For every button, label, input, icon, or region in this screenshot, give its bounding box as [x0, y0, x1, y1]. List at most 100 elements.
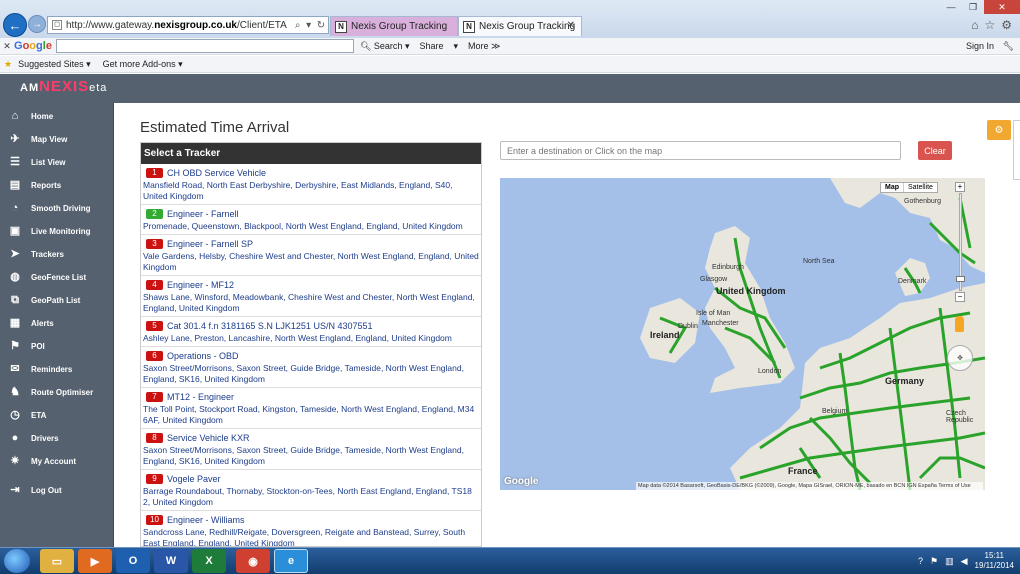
tracker-row[interactable]: 2 Engineer - Farnell Promenade, Queenstown…	[141, 205, 481, 235]
address-url[interactable]: http://www.gateway.nexisgroup.co.uk/Clie…	[66, 20, 292, 31]
nexis-logo[interactable]: AMNEXISeta	[20, 78, 107, 95]
tracker-name[interactable]: Service Vehicle KXR	[167, 433, 250, 443]
browser-tab-2[interactable]: N Nexis Group Tracking ✕	[458, 16, 582, 36]
sidebar-item-trackers[interactable]: ➤ Trackers	[0, 243, 114, 265]
share-button[interactable]: Share	[419, 41, 443, 51]
logo-nexis: NEXIS	[39, 78, 90, 95]
google-search-input[interactable]	[55, 39, 354, 53]
sidebar-item-geofence-list[interactable]: ◍ GeoFence List	[0, 266, 114, 288]
more-button[interactable]: More ≫	[468, 41, 500, 52]
ie-app[interactable]: e	[274, 549, 308, 573]
forward-button[interactable]: →	[28, 15, 46, 33]
excel-app[interactable]: X	[192, 549, 226, 573]
start-button[interactable]	[4, 549, 30, 573]
tracker-row[interactable]: 5 Cat 301.4 f.n 3181165 S.N LJK1251 US/N …	[141, 317, 481, 347]
close-toolbar-icon[interactable]: ✕	[0, 41, 14, 52]
suggested-sites-link[interactable]: Suggested Sites ▾	[18, 59, 91, 70]
map-view[interactable]: North Sea United Kingdom Ireland Germany…	[500, 178, 985, 490]
search-button[interactable]: 🔍︎ Search ▾	[360, 41, 410, 52]
tracker-name[interactable]: Engineer - Williams	[167, 515, 245, 525]
translate-button[interactable]: ▾	[454, 41, 459, 52]
sidebar-item-geopath-list[interactable]: ⧉ GeoPath List	[0, 289, 114, 311]
tracker-row[interactable]: 7 MT12 - Engineer The Toll Point, Stockpor…	[141, 388, 481, 429]
map-label-czech-republic: Czech Republic	[946, 410, 974, 424]
close-tab-icon[interactable]: ✕	[567, 20, 575, 31]
tracker-name[interactable]: MT12 - Engineer	[167, 392, 234, 402]
tracker-name[interactable]: CH OBD Service Vehicle	[167, 168, 266, 178]
nexis-favicon-icon: N	[463, 20, 475, 33]
sidebar-item-list-view[interactable]: ☰ List View	[0, 151, 114, 173]
sidebar-item-eta[interactable]: ◷ ETA	[0, 404, 114, 426]
close-window-icon[interactable]: ✕	[984, 0, 1020, 14]
pan-control[interactable]: ✥	[947, 345, 973, 371]
map-attribution[interactable]: Map data ©2014 Basarsoft, GeoBasis-DE/BK…	[636, 482, 983, 490]
wrench-icon[interactable]: 🔧︎	[1003, 41, 1014, 52]
maximize-icon[interactable]: ❐	[962, 0, 984, 14]
sidebar-item-log-out[interactable]: ⇥ Log Out	[0, 479, 114, 501]
back-button[interactable]: ←	[3, 13, 27, 37]
tracker-name[interactable]: Vogele Paver	[167, 474, 221, 484]
zoom-out-button[interactable]: −	[955, 292, 965, 302]
sidebar-item-home[interactable]: ⌂ Home	[0, 105, 114, 127]
zoom-slider[interactable]	[955, 193, 965, 291]
sidebar-item-poi[interactable]: ⚑ POI	[0, 335, 114, 357]
zoom-in-button[interactable]: +	[955, 182, 965, 192]
browser-tab-1[interactable]: N Nexis Group Tracking	[330, 16, 458, 36]
refresh-icon[interactable]: ↻	[317, 20, 325, 31]
street-view-pegman-icon[interactable]	[955, 316, 964, 332]
destination-input[interactable]	[500, 141, 901, 160]
sidebar-item-drivers[interactable]: ● Drivers	[0, 427, 114, 449]
settings-toggle-button[interactable]: ⚙	[987, 120, 1011, 140]
volume-icon[interactable]: ◀	[961, 556, 968, 567]
dropdown-icon[interactable]: ▾	[306, 20, 311, 31]
map-type-map-button[interactable]: Map	[881, 183, 904, 192]
tracker-name[interactable]: Engineer - Farnell SP	[167, 239, 253, 249]
clear-button[interactable]: Clear	[918, 141, 952, 160]
help-icon[interactable]: ?	[918, 556, 923, 566]
sidebar-item-label: ETA	[31, 410, 47, 420]
sidebar-item-route-optimiser[interactable]: ♞ Route Optimiser	[0, 381, 114, 403]
address-bar[interactable]: ◻ http://www.gateway.nexisgroup.co.uk/Cl…	[47, 16, 329, 34]
tracker-name[interactable]: Engineer - Farnell	[167, 209, 239, 219]
tracker-number-badge: 9	[146, 474, 163, 484]
tracker-row[interactable]: 9 Vogele Paver Barrage Roundabout, Thornab…	[141, 470, 481, 511]
flag-icon[interactable]: ⚑	[930, 556, 938, 567]
sidebar-item-alerts[interactable]: ▦ Alerts	[0, 312, 114, 334]
get-addons-link[interactable]: Get more Add-ons ▾	[103, 59, 183, 70]
minimize-icon[interactable]: —	[940, 0, 962, 14]
chrome-app[interactable]: ◉	[236, 549, 270, 573]
home-icon[interactable]: ⌂	[971, 18, 978, 32]
side-panel-handle[interactable]	[1013, 120, 1020, 180]
tracker-name[interactable]: Engineer - MF12	[167, 280, 234, 290]
settings-gear-icon[interactable]: ⚙	[1001, 18, 1012, 32]
zoom-slider-thumb[interactable]	[955, 276, 965, 282]
map-type-satellite-button[interactable]: Satellite	[904, 183, 937, 192]
clock[interactable]: 15:11 19/11/2014	[975, 551, 1014, 571]
sidebar-item-reminders[interactable]: ✉ Reminders	[0, 358, 114, 380]
sidebar-item-reports[interactable]: ▤ Reports	[0, 174, 114, 196]
sidebar-item-map-view[interactable]: ✈ Map View	[0, 128, 114, 150]
tracker-address: Saxon Street/Morrisons, Saxon Street, Gu…	[143, 363, 464, 384]
tracker-row[interactable]: 10 Engineer - Williams Sandcross Lane, Red…	[141, 511, 481, 546]
media-player-app[interactable]: ▶	[78, 549, 112, 573]
outlook-app[interactable]: O	[116, 549, 150, 573]
word-app[interactable]: W	[154, 549, 188, 573]
sidebar-item-my-account[interactable]: ✷ My Account	[0, 450, 114, 472]
tracker-row[interactable]: 8 Service Vehicle KXR Saxon Street/Morriso…	[141, 429, 481, 470]
sidebar-item-live-monitoring[interactable]: ▣ Live Monitoring	[0, 220, 114, 242]
tracker-row[interactable]: 4 Engineer - MF12 Shaws Lane, Winsford, Me…	[141, 276, 481, 317]
tracker-name[interactable]: Operations - OBD	[167, 351, 239, 361]
tracker-row[interactable]: 1 CH OBD Service Vehicle Mansfield Road, N…	[141, 164, 481, 205]
search-icon[interactable]: ⌕	[295, 20, 301, 31]
tracker-row[interactable]: 3 Engineer - Farnell SP Vale Gardens, Hels…	[141, 235, 481, 276]
favorites-star-icon[interactable]: ☆	[984, 18, 995, 32]
network-icon[interactable]: ▥	[945, 556, 954, 567]
sidebar-item-smooth-driving[interactable]: ◔ Smooth Driving	[0, 197, 114, 219]
favorites-star-icon[interactable]: ★	[4, 59, 12, 70]
map-type-control: Map Satellite	[880, 182, 938, 193]
tracker-row[interactable]: 6 Operations - OBD Saxon Street/Morrisons,…	[141, 347, 481, 388]
sign-in-link[interactable]: Sign In	[966, 41, 994, 51]
map-label-united-kingdom: United Kingdom	[716, 286, 786, 296]
tracker-name[interactable]: Cat 301.4 f.n 3181165 S.N LJK1251 US/N 4…	[167, 321, 372, 331]
explorer-app[interactable]: ▭	[40, 549, 74, 573]
